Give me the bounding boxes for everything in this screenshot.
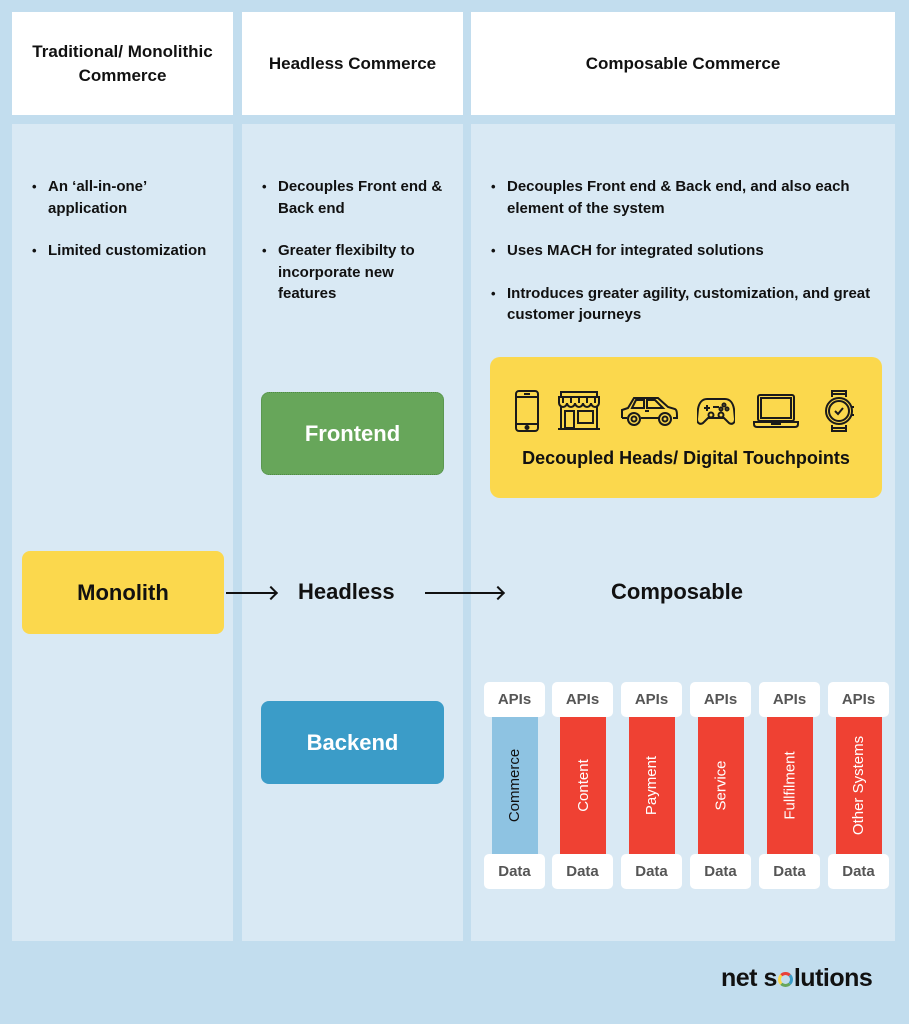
touchpoint-icons [490, 387, 882, 435]
api-label: APIs [690, 682, 751, 717]
service-bar: Fullfilment [767, 717, 813, 854]
frontend-label: Frontend [304, 420, 401, 446]
monolith-label: Monolith [77, 579, 169, 605]
api-label: APIs [484, 682, 545, 717]
service-column: APIs Fullfilment Data [759, 682, 820, 889]
list-item: Decouples Front end & Back end [256, 176, 456, 219]
service-bar: Payment [629, 717, 675, 854]
car-icon [618, 387, 680, 435]
service-column: APIs Content Data [552, 682, 613, 889]
list-item: Decouples Front end & Back end, and also… [485, 176, 895, 219]
composable-stage-label: Composable [611, 579, 744, 604]
smartphone-icon [512, 387, 542, 435]
service-name: Payment [643, 755, 661, 816]
api-label: APIs [552, 682, 613, 717]
net-solutions-logo: net s lutions [721, 964, 873, 993]
list-item: An ‘all-in-one’ application [26, 176, 226, 219]
data-label: Data [484, 854, 545, 889]
touchpoints-label: Decoupled Heads/ Digital Touchpoints [522, 448, 850, 468]
gamepad-icon [696, 387, 736, 435]
service-column: APIs Commerce Data [484, 682, 545, 889]
touchpoints-block: Decoupled Heads/ Digital Touchpoints [490, 357, 882, 498]
data-label: Data [621, 854, 682, 889]
list-item: Greater flexibilty to incorporate new fe… [256, 240, 456, 305]
data-label: Data [690, 854, 751, 889]
list-item: Limited customization [26, 240, 226, 262]
service-name: Commerce [506, 748, 524, 823]
service-name: Fullfilment [781, 751, 799, 820]
data-label: Data [759, 854, 820, 889]
service-name: Service [712, 760, 730, 811]
service-column: APIs Other Systems Data [828, 682, 889, 889]
service-bar: Other Systems [836, 717, 882, 854]
smartwatch-icon [822, 387, 856, 435]
api-label: APIs [828, 682, 889, 717]
logo-ring-icon [777, 972, 793, 987]
service-name: Other Systems [850, 735, 868, 836]
arrow-right-icon [226, 592, 276, 594]
monolith-block: Monolith [22, 551, 224, 634]
arrow-right-icon [425, 592, 503, 594]
headless-stage-label: Headless [298, 579, 395, 604]
list-item: Uses MACH for integrated solutions [485, 240, 895, 262]
feature-list: An ‘all-in-one’ application Limited cust… [26, 176, 226, 283]
backend-label: Backend [306, 729, 399, 755]
logo-text-suffix: lutions [793, 964, 873, 992]
column-title: Headless Commerce [268, 53, 437, 73]
column-panel-traditional: An ‘all-in-one’ application Limited cust… [12, 124, 233, 941]
service-column: APIs Payment Data [621, 682, 682, 889]
service-bar: Service [698, 717, 744, 854]
column-header-traditional: Traditional/ Monolithic Commerce [12, 12, 233, 115]
laptop-icon [752, 387, 800, 435]
backend-block: Backend [261, 701, 444, 784]
service-column: APIs Service Data [690, 682, 751, 889]
column-title: Traditional/ Monolithic Commerce [32, 41, 213, 85]
frontend-block: Frontend [261, 392, 444, 475]
list-item: Introduces greater agility, customizatio… [485, 283, 895, 326]
api-label: APIs [621, 682, 682, 717]
column-header-composable: Composable Commerce [471, 12, 895, 115]
service-bar: Content [560, 717, 606, 854]
column-header-headless: Headless Commerce [242, 12, 463, 115]
column-title: Composable Commerce [585, 53, 781, 73]
api-label: APIs [759, 682, 820, 717]
feature-list: Decouples Front end & Back end, and also… [485, 176, 895, 347]
logo-text-prefix: net s [721, 964, 777, 992]
data-label: Data [552, 854, 613, 889]
data-label: Data [828, 854, 889, 889]
service-name: Content [574, 759, 592, 812]
storefront-icon [556, 387, 602, 435]
column-panel-headless: Decouples Front end & Back end Greater f… [242, 124, 463, 941]
feature-list: Decouples Front end & Back end Greater f… [256, 176, 456, 326]
service-bar: Commerce [492, 717, 538, 854]
